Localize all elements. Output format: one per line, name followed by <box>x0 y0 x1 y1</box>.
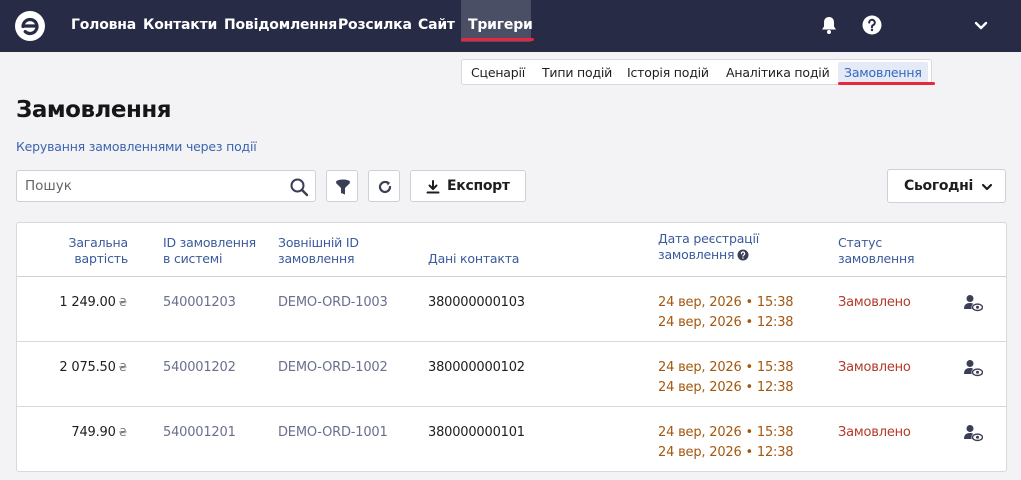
order-date-line1: 24 вер, 2026 • 15:38 <box>658 295 794 310</box>
tab-event-analytics[interactable]: Аналітика подій <box>726 65 830 80</box>
chevron-down-icon <box>981 183 993 191</box>
order-amount: 749.90 ₴ <box>17 425 127 440</box>
column-header-registration-date[interactable]: Дата реєстрації замовлення <box>658 231 759 263</box>
column-header-status-line2: замовлення <box>838 251 915 266</box>
period-select-label: Сьогодні <box>904 178 974 194</box>
nav-item-contacts[interactable]: Контакти <box>143 17 217 33</box>
tab-event-types[interactable]: Типи подій <box>542 65 612 80</box>
order-system-id[interactable]: 540001203 <box>163 295 236 310</box>
nav-item-home[interactable]: Головна <box>71 17 136 33</box>
column-header-total-line1: Загальна <box>68 235 129 250</box>
page-subtitle: Керування замовленнями через події <box>16 139 257 154</box>
column-header-system-id-line2: в системі <box>163 251 223 266</box>
period-select[interactable]: Сьогодні <box>887 169 1006 203</box>
column-header-system-id-line1: ID замовлення <box>163 235 256 250</box>
search-icon[interactable] <box>289 177 309 197</box>
order-contact: 380000000102 <box>428 360 525 375</box>
currency-symbol: ₴ <box>118 296 128 309</box>
view-contact-icon[interactable] <box>963 359 983 377</box>
order-date-line1: 24 вер, 2026 • 15:38 <box>658 360 794 375</box>
top-navigation-bar: Головна Контакти Повідомлення Розсилка С… <box>0 0 1021 52</box>
order-date-line2: 24 вер, 2026 • 12:38 <box>658 315 794 330</box>
bell-icon[interactable] <box>818 14 840 36</box>
table-row: 2 075.50 ₴ 540001202 DEMO-ORD-1002 380000… <box>17 342 1006 407</box>
logo-icon[interactable] <box>14 10 46 42</box>
order-system-id[interactable]: 540001202 <box>163 360 236 375</box>
column-header-date-line1: Дата реєстрації <box>658 231 760 246</box>
tab-scenarios[interactable]: Сценарії <box>471 65 525 80</box>
export-button-label: Експорт <box>447 178 510 194</box>
column-header-contact[interactable]: Дані контакта <box>428 251 519 267</box>
chevron-down-icon[interactable] <box>970 14 992 36</box>
question-circle-icon[interactable] <box>737 249 749 261</box>
order-amount-value: 2 075.50 <box>59 360 116 375</box>
order-external-id: DEMO-ORD-1003 <box>278 295 388 310</box>
order-amount: 1 249.00 ₴ <box>17 295 127 310</box>
view-contact-icon[interactable] <box>963 424 983 442</box>
page-title: Замовлення <box>16 97 172 123</box>
order-contact: 380000000101 <box>428 425 525 440</box>
column-header-external-id[interactable]: Зовнішній ID замовлення <box>278 235 359 267</box>
currency-symbol: ₴ <box>118 426 128 439</box>
search-box <box>16 170 316 202</box>
order-dates: 24 вер, 2026 • 15:38 24 вер, 2026 • 12:3… <box>658 293 794 333</box>
order-external-id: DEMO-ORD-1002 <box>278 360 388 375</box>
nav-item-messages[interactable]: Повідомлення <box>224 17 337 33</box>
subtab-active-underline <box>838 82 935 85</box>
order-system-id[interactable]: 540001201 <box>163 425 236 440</box>
currency-symbol: ₴ <box>118 361 128 374</box>
column-header-status-line1: Статус <box>838 235 883 250</box>
order-date-line1: 24 вер, 2026 • 15:38 <box>658 425 794 440</box>
help-icon[interactable] <box>861 14 883 36</box>
filter-icon <box>336 179 350 195</box>
nav-item-triggers[interactable]: Тригери <box>468 17 533 33</box>
search-input[interactable] <box>17 171 277 201</box>
order-date-line2: 24 вер, 2026 • 12:38 <box>658 445 794 460</box>
table-row: 749.90 ₴ 540001201 DEMO-ORD-1001 38000000… <box>17 407 1006 472</box>
nav-item-mailing[interactable]: Розсилка <box>338 17 412 33</box>
order-status: Замовлено <box>838 360 911 375</box>
order-date-line2: 24 вер, 2026 • 12:38 <box>658 380 794 395</box>
filter-button[interactable] <box>326 170 358 202</box>
refresh-icon <box>378 180 392 194</box>
column-header-status[interactable]: Статус замовлення <box>838 235 914 267</box>
order-status: Замовлено <box>838 425 911 440</box>
order-contact: 380000000103 <box>428 295 525 310</box>
order-external-id: DEMO-ORD-1001 <box>278 425 388 440</box>
column-header-total-line2: вартість <box>74 251 128 266</box>
nav-active-underline <box>461 38 534 41</box>
order-dates: 24 вер, 2026 • 15:38 24 вер, 2026 • 12:3… <box>658 358 794 398</box>
column-header-external-id-line1: Зовнішній ID <box>278 235 359 250</box>
refresh-button[interactable] <box>368 170 400 202</box>
order-amount-value: 749.90 <box>71 425 116 440</box>
export-button[interactable]: Експорт <box>410 170 526 202</box>
column-header-external-id-line2: замовлення <box>278 251 355 266</box>
tab-orders[interactable]: Замовлення <box>844 65 922 80</box>
table-row: 1 249.00 ₴ 540001203 DEMO-ORD-1003 380000… <box>17 277 1006 342</box>
order-status: Замовлено <box>838 295 911 310</box>
order-amount: 2 075.50 ₴ <box>17 360 127 375</box>
column-header-total[interactable]: Загальна вартість <box>17 235 129 267</box>
column-header-date-line2: замовлення <box>658 247 735 262</box>
orders-table: Загальна вартість ID замовлення в систем… <box>16 222 1007 472</box>
view-contact-icon[interactable] <box>963 294 983 312</box>
nav-item-site[interactable]: Сайт <box>418 17 455 33</box>
order-amount-value: 1 249.00 <box>59 295 116 310</box>
download-icon <box>426 180 440 194</box>
column-header-system-id[interactable]: ID замовлення в системі <box>163 235 256 267</box>
tab-event-history[interactable]: Історія подій <box>627 65 709 80</box>
order-dates: 24 вер, 2026 • 15:38 24 вер, 2026 • 12:3… <box>658 423 794 463</box>
